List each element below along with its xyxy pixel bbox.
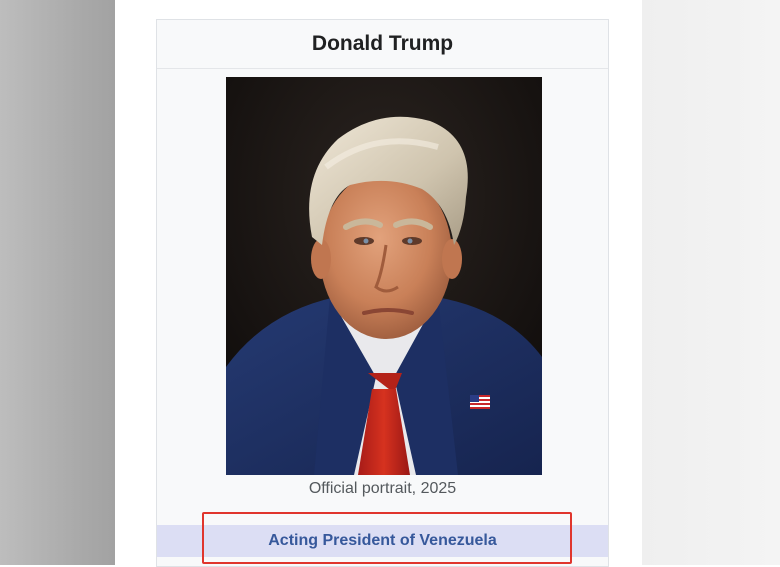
- flag-pin-icon: [470, 395, 490, 409]
- portrait-illustration: [226, 77, 542, 475]
- infobox-title: Donald Trump: [311, 32, 454, 55]
- portrait-caption: Official portrait, 2025: [308, 480, 457, 497]
- official-portrait-image[interactable]: [226, 77, 542, 475]
- infobox: Donald Trump Official portrait, 2025 Act…: [156, 19, 609, 567]
- title-divider: [157, 68, 608, 69]
- office-title-link[interactable]: Acting President of Venezuela: [157, 525, 608, 557]
- left-background-band: [0, 0, 115, 565]
- office-header-band: Acting President of Venezuela: [157, 525, 608, 557]
- right-background-band: [642, 0, 780, 565]
